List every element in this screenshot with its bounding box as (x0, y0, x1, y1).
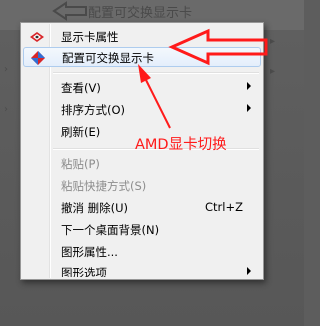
menu-item-label: 撤消 删除(U) (61, 201, 129, 215)
amd-switchable-graphics-icon (31, 51, 45, 65)
menu-item-graphics-properties[interactable]: 显示卡属性 (23, 27, 261, 47)
menu-item-graphics-options[interactable]: 图形选项 (23, 263, 261, 277)
amd-catalyst-icon (30, 32, 44, 42)
menu-item-label: 粘贴快捷方式(S) (61, 179, 147, 193)
menu-item-label: 图形属性... (61, 245, 118, 259)
menu-item-label: 显示卡属性 (61, 30, 119, 44)
submenu-arrow-icon (247, 104, 251, 112)
background-menu-item-label: 配置可交换显示卡 (88, 6, 193, 21)
background-glyph: › (4, 64, 8, 75)
menu-item-view[interactable]: 查看(V) (23, 78, 261, 98)
submenu-arrow-icon (247, 267, 251, 275)
submenu-arrow-icon (247, 82, 251, 90)
menu-item-configure-switchable-graphics[interactable]: 配置可交换显示卡 (23, 47, 261, 67)
menu-separator (53, 72, 259, 74)
background-glyph: › (4, 104, 8, 115)
menu-item-paste[interactable]: 粘贴(P) (23, 154, 261, 174)
menu-item-next-desktop-background[interactable]: 下一个桌面背景(N) (23, 220, 261, 240)
background-chevron-icon: ▸ (270, 36, 276, 47)
menu-item-label: 刷新(E) (61, 125, 101, 139)
menu-item-graphics-properties-intel[interactable]: 图形属性... (23, 242, 261, 262)
background-arrow-icon (52, 1, 87, 21)
menu-item-sort-by[interactable]: 排序方式(O) (23, 100, 261, 120)
menu-item-label: 排序方式(O) (61, 103, 126, 117)
background-chevron-icon: ▸ (270, 66, 276, 77)
menu-item-label: 配置可交换显示卡 (62, 51, 154, 65)
menu-item-label: 查看(V) (61, 81, 101, 95)
menu-item-label: 下一个桌面背景(N) (61, 223, 160, 237)
menu-item-label: 图形选项 (61, 266, 107, 277)
menu-item-paste-shortcut[interactable]: 粘贴快捷方式(S) (23, 176, 261, 196)
menu-item-undo-delete[interactable]: 撤消 删除(U) Ctrl+Z (23, 198, 261, 218)
menu-item-label: 粘贴(P) (61, 157, 100, 171)
annotation-label: AMD显卡切换 (135, 137, 227, 153)
menu-item-shortcut: Ctrl+Z (205, 200, 243, 214)
